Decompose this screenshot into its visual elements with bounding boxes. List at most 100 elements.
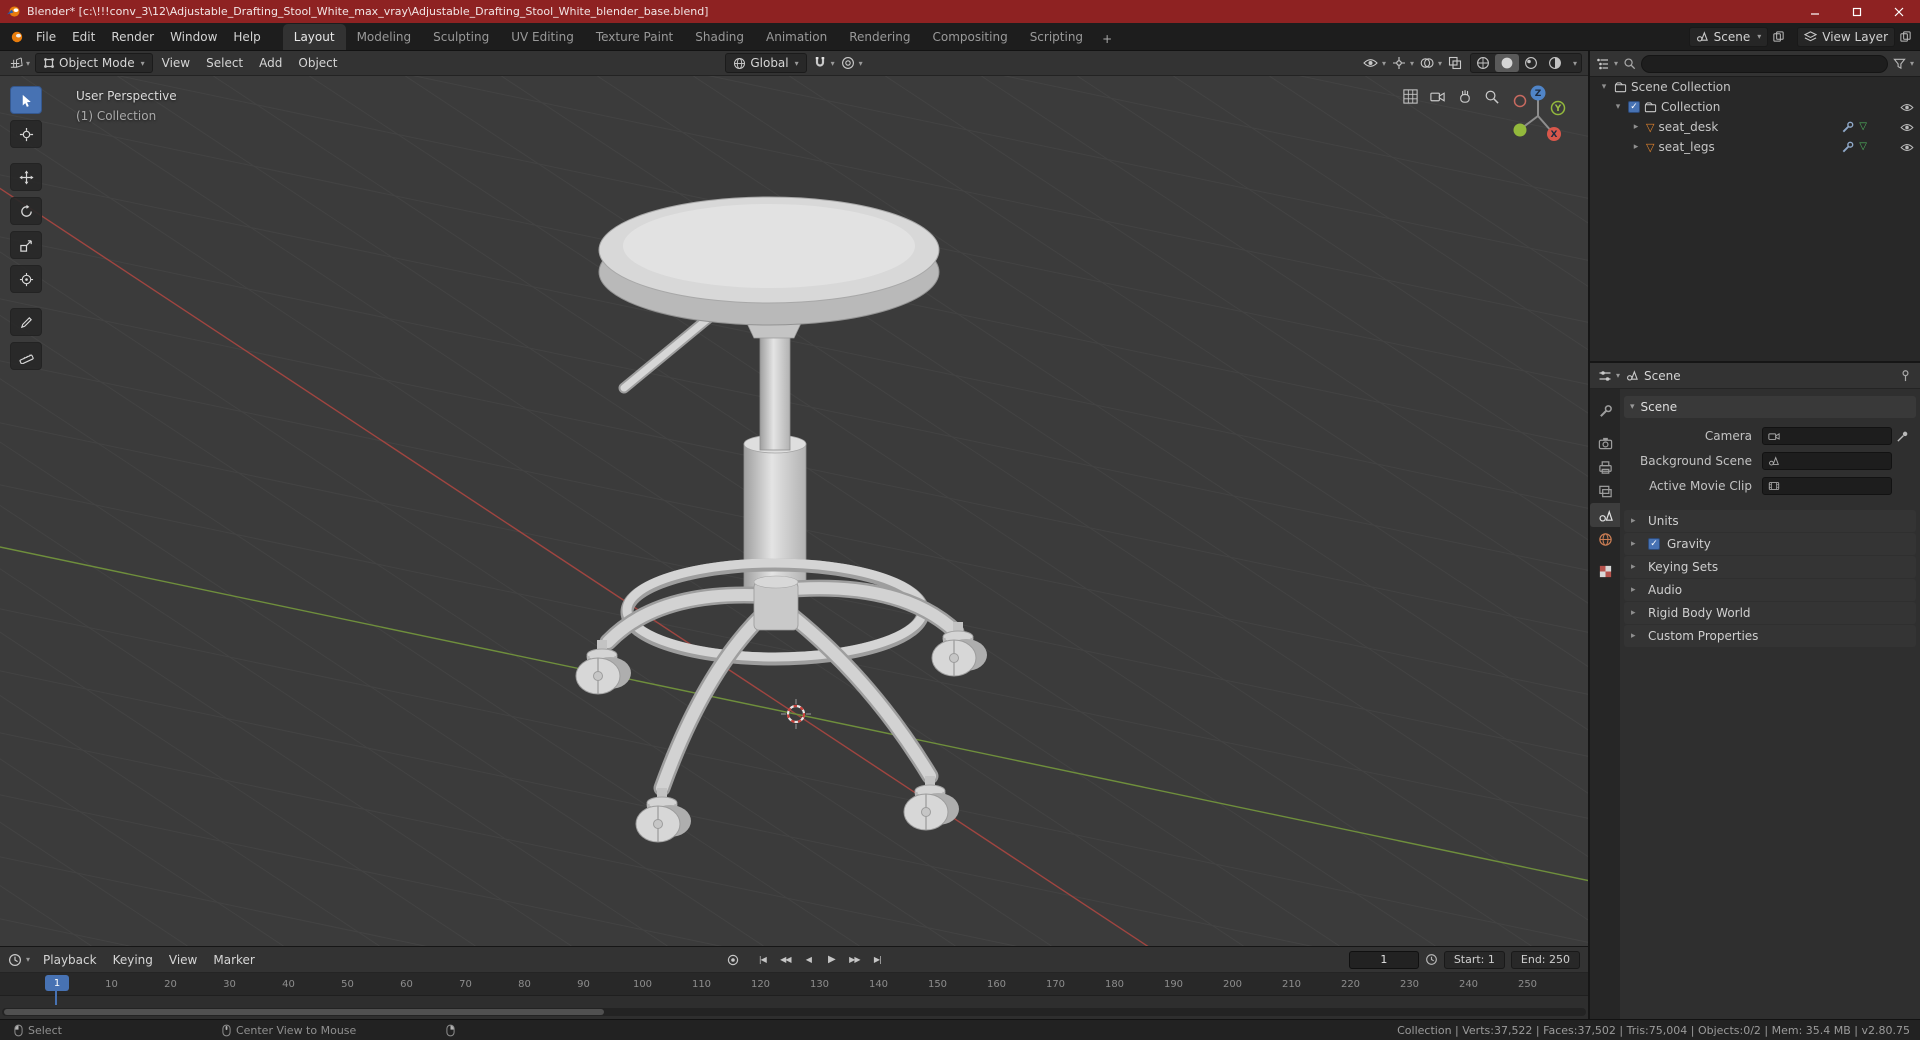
rigid-body-world-panel-header[interactable]: ▸ Rigid Body World (1624, 602, 1916, 624)
tab-scripting[interactable]: Scripting (1019, 24, 1094, 50)
tab-render[interactable] (1590, 431, 1620, 455)
rotate-tool[interactable] (10, 197, 42, 225)
timeline-track[interactable] (0, 996, 1588, 1019)
snap-magnet-icon[interactable]: ▾ (813, 56, 835, 70)
tab-tool[interactable] (1590, 399, 1620, 423)
audio-panel-header[interactable]: ▸ Audio (1624, 579, 1916, 601)
menu-file[interactable]: File (28, 30, 64, 44)
xray-toggle[interactable] (1448, 56, 1462, 70)
gizmo-x-neg-axis[interactable] (1513, 94, 1527, 108)
tab-output[interactable] (1590, 455, 1620, 479)
transform-orientation-dropdown[interactable]: Global ▾ (725, 53, 807, 73)
editor-type-properties-icon[interactable]: ▾ (1598, 369, 1620, 383)
scene-selector[interactable]: Scene ▾ (1688, 26, 1769, 47)
camera-view-icon[interactable] (1429, 88, 1446, 105)
jump-to-start-button[interactable]: |◀ (752, 951, 772, 969)
shading-wireframe-button[interactable] (1471, 54, 1495, 72)
tab-layout[interactable]: Layout (282, 24, 346, 50)
tab-compositing[interactable]: Compositing (921, 24, 1018, 50)
expander-icon[interactable]: ▸ (1630, 122, 1642, 132)
playhead-line[interactable] (55, 991, 57, 1005)
shading-rendered-button[interactable] (1543, 54, 1567, 72)
tab-texture-paint[interactable]: Texture Paint (585, 24, 684, 50)
measure-tool[interactable] (10, 342, 42, 370)
editor-type-timeline-icon[interactable]: ▾ (8, 953, 30, 967)
jump-to-end-button[interactable]: ▶| (867, 951, 887, 969)
menu-help[interactable]: Help (225, 30, 268, 44)
play-button[interactable]: ▶ (821, 951, 841, 969)
editor-type-3dview-icon[interactable]: ▾ (6, 56, 33, 71)
menu-view-timeline[interactable]: View (162, 953, 204, 967)
background-scene-field[interactable] (1762, 452, 1892, 470)
transform-tool[interactable] (10, 265, 42, 293)
view-layer-selector[interactable]: View Layer (1797, 26, 1895, 47)
timeline-scrollbar-thumb[interactable] (4, 1009, 604, 1015)
tab-scene[interactable] (1590, 503, 1620, 527)
close-button[interactable] (1878, 0, 1920, 23)
gravity-checkbox[interactable]: ✓ (1648, 538, 1660, 550)
menu-select[interactable]: Select (199, 56, 250, 70)
tab-shading[interactable]: Shading (684, 24, 755, 50)
active-movie-clip-field[interactable] (1762, 477, 1892, 495)
tab-sculpting[interactable]: Sculpting (422, 24, 500, 50)
hide-eye-icon[interactable] (1900, 143, 1914, 152)
viewport-3d[interactable]: User Perspective (1) Collection Z X Y (0, 76, 1588, 946)
current-frame-marker[interactable]: 1 (45, 975, 69, 991)
menu-edit[interactable]: Edit (64, 30, 103, 44)
gizmos-dropdown[interactable]: ▾ (1392, 56, 1414, 70)
new-scene-button[interactable] (1772, 30, 1785, 43)
gizmo-y-neg-axis[interactable] (1513, 123, 1527, 137)
frame-end-field[interactable]: End: 250 (1510, 950, 1580, 969)
hide-eye-icon[interactable] (1900, 103, 1914, 112)
tab-animation[interactable]: Animation (755, 24, 838, 50)
pin-icon[interactable] (1899, 369, 1912, 382)
overlays-dropdown[interactable]: ▾ (1420, 56, 1442, 70)
outliner-item-label[interactable]: Collection (1661, 100, 1720, 114)
next-keyframe-button[interactable]: ▶▶ (844, 951, 864, 969)
add-workspace-button[interactable]: + (1094, 28, 1120, 50)
tab-world[interactable] (1590, 527, 1620, 551)
current-frame-field[interactable]: 1 (1348, 950, 1419, 969)
menu-view[interactable]: View (155, 56, 197, 70)
window-titlebar[interactable]: Blender* [c:\!!!conv_3\12\Adjustable_Dra… (0, 0, 1920, 23)
outliner-item-label[interactable]: seat_desk (1658, 120, 1718, 134)
outliner-search-input[interactable] (1641, 54, 1888, 73)
scene-panel-header[interactable]: ▾ Scene (1624, 396, 1916, 418)
outliner-row-seat-legs[interactable]: ▸ ▽ seat_legs ▽ (1590, 137, 1920, 157)
select-box-tool[interactable] (10, 86, 42, 114)
navigation-gizmo[interactable]: Z X Y (1506, 82, 1570, 146)
use-preview-range-icon[interactable] (1425, 953, 1438, 966)
maximize-button[interactable] (1836, 0, 1878, 23)
outliner-item-label[interactable]: Scene Collection (1631, 80, 1731, 94)
outliner-row-collection[interactable]: ▾ ✓ Collection (1590, 97, 1920, 117)
expander-icon[interactable]: ▾ (1598, 82, 1610, 92)
outliner-item-label[interactable]: seat_legs (1658, 140, 1714, 154)
move-tool[interactable] (10, 163, 42, 191)
menu-marker[interactable]: Marker (206, 953, 261, 967)
zoom-icon[interactable] (1483, 88, 1500, 105)
timeline-scrollbar[interactable] (2, 1008, 1586, 1016)
tab-rendering[interactable]: Rendering (838, 24, 921, 50)
cursor-tool[interactable] (10, 120, 42, 148)
play-reverse-button[interactable]: ◀ (798, 951, 818, 969)
blender-menu-icon[interactable] (8, 29, 24, 45)
timeline-ruler[interactable]: 10 20 30 40 50 60 70 80 90 100 110 120 130 140 150 160 1… (0, 973, 1588, 996)
menu-render[interactable]: Render (103, 30, 162, 44)
filter-icon[interactable]: ▾ (1893, 57, 1914, 70)
pan-hand-icon[interactable] (1456, 88, 1473, 105)
hide-eye-icon[interactable] (1900, 123, 1914, 132)
visibility-dropdown[interactable]: ▾ (1363, 58, 1386, 68)
auto-key-record-button[interactable] (723, 951, 743, 969)
shading-material-button[interactable] (1519, 54, 1543, 72)
expander-icon[interactable]: ▸ (1630, 142, 1642, 152)
menu-object[interactable]: Object (291, 56, 344, 70)
editor-type-outliner-icon[interactable]: ▾ (1596, 57, 1618, 71)
mode-dropdown[interactable]: Object Mode ▾ (35, 53, 153, 73)
proportional-editing-icon[interactable]: ▾ (841, 56, 863, 70)
keying-sets-panel-header[interactable]: ▸ Keying Sets (1624, 556, 1916, 578)
scale-tool[interactable] (10, 231, 42, 259)
toggle-grid-icon[interactable] (1402, 88, 1419, 105)
frame-start-field[interactable]: Start: 1 (1443, 950, 1505, 969)
menu-window[interactable]: Window (162, 30, 225, 44)
minimize-button[interactable] (1794, 0, 1836, 23)
